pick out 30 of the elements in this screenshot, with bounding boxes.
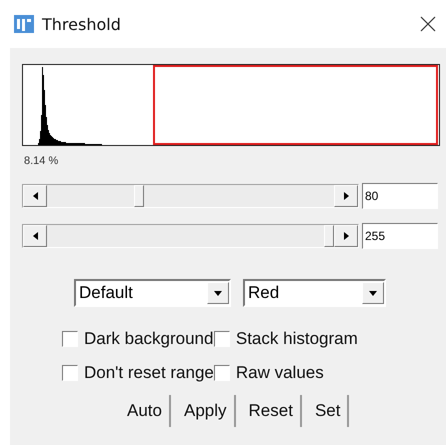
window-title: Threshold	[42, 14, 122, 34]
dropdown[interactable]: Red	[243, 279, 386, 307]
dropdown[interactable]: Default	[74, 279, 231, 307]
right-arrow-button[interactable]	[334, 185, 358, 207]
left-arrow-button[interactable]	[23, 225, 47, 247]
slider-thumb[interactable]	[324, 225, 334, 247]
checkbox-label: Raw values	[236, 363, 324, 383]
checkbox[interactable]	[214, 331, 230, 347]
right-arrow-icon	[344, 232, 348, 240]
left-arrow-icon	[32, 232, 38, 240]
percentage-label: 8.14 %	[24, 155, 60, 167]
value-field[interactable]: 80	[362, 183, 438, 209]
checkbox[interactable]	[62, 331, 78, 347]
caret-icon	[214, 290, 222, 296]
right-arrow-button[interactable]	[334, 225, 358, 247]
left-arrow-button[interactable]	[23, 185, 47, 207]
scrollbar[interactable]	[22, 224, 359, 248]
right-arrow-icon	[344, 192, 348, 200]
caret-icon	[369, 290, 377, 296]
app-icon	[14, 15, 34, 33]
scrollbar[interactable]	[22, 184, 359, 208]
checkbox[interactable]	[62, 365, 78, 381]
close-icon[interactable]	[420, 16, 436, 32]
left-arrow-icon	[32, 192, 38, 200]
checkbox-label: Don't reset range	[84, 363, 214, 383]
checkbox[interactable]	[214, 365, 230, 381]
checkbox-label: Stack histogram	[236, 329, 358, 349]
checkbox-label: Dark background	[84, 329, 214, 349]
value-field[interactable]: 255	[362, 223, 438, 249]
slider-thumb[interactable]	[134, 185, 144, 207]
